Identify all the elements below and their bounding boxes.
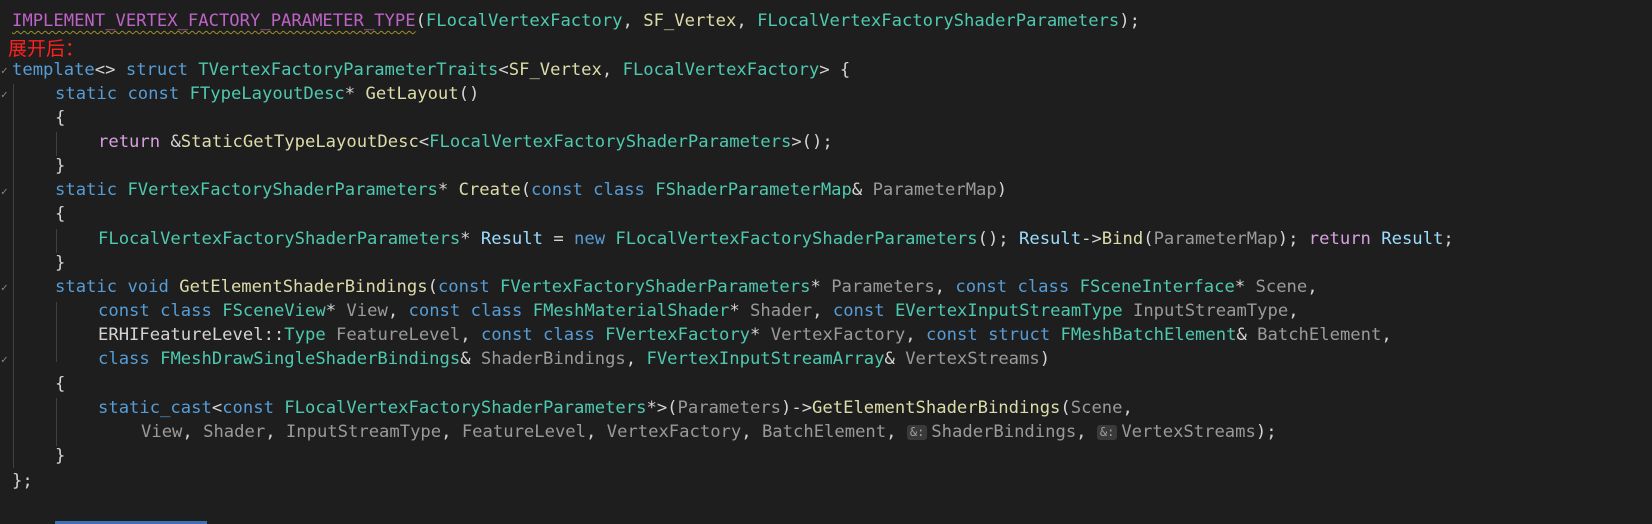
code-line-15[interactable]: class FMeshDrawSingleShaderBindings& Sha… — [98, 347, 1050, 372]
code-line-16[interactable]: { — [55, 372, 65, 397]
code-line-19[interactable]: } — [55, 444, 65, 469]
code-line-8[interactable]: static FVertexFactoryShaderParameters* C… — [55, 178, 1007, 203]
code-line-14[interactable]: ERHIFeatureLevel::Type FeatureLevel, con… — [98, 323, 1392, 348]
code-line-18[interactable]: View, Shader, InputStreamType, FeatureLe… — [141, 420, 1277, 445]
code-line-11[interactable]: } — [55, 251, 65, 276]
code-editor[interactable]: ✓ ✓ ✓ ✓ ✓ IMPLEMENT_VERTEX_FACTORY_PARAM… — [0, 0, 1652, 524]
fold-chevron-icon[interactable]: ✓ — [1, 282, 11, 293]
inlay-hint: &: — [1096, 424, 1118, 440]
code-line-1[interactable]: IMPLEMENT_VERTEX_FACTORY_PARAMETER_TYPE(… — [12, 9, 1140, 34]
code-line-6[interactable]: return &StaticGetTypeLayoutDesc<FLocalVe… — [98, 130, 833, 155]
code-line-4[interactable]: static const FTypeLayoutDesc* GetLayout(… — [55, 82, 479, 107]
indent-guide — [56, 302, 57, 362]
code-line-20[interactable]: }; — [12, 469, 33, 494]
fold-chevron-icon[interactable]: ✓ — [1, 186, 11, 197]
fold-chevron-icon[interactable]: ✓ — [1, 89, 11, 100]
indent-guide — [56, 229, 57, 253]
code-line-17[interactable]: static_cast<const FLocalVertexFactorySha… — [98, 396, 1133, 421]
code-line-9[interactable]: { — [55, 202, 65, 227]
indent-guide — [13, 84, 14, 468]
macro-name: IMPLEMENT_VERTEX_FACTORY_PARAMETER_TYPE — [12, 11, 416, 31]
indent-guide — [56, 398, 57, 446]
code-line-13[interactable]: const class FSceneView* View, const clas… — [98, 299, 1299, 324]
inlay-hint: &: — [906, 424, 928, 440]
code-line-3[interactable]: template<> struct TVertexFactoryParamete… — [12, 58, 850, 83]
fold-chevron-icon[interactable]: ✓ — [1, 65, 11, 76]
code-line-10[interactable]: FLocalVertexFactoryShaderParameters* Res… — [98, 227, 1454, 252]
fold-chevron-icon[interactable]: ✓ — [1, 354, 11, 365]
editor-gutter: ✓ ✓ ✓ ✓ ✓ — [0, 0, 12, 524]
code-line-5[interactable]: { — [55, 106, 65, 131]
code-line-7[interactable]: } — [55, 154, 65, 179]
code-line-12[interactable]: static void GetElementShaderBindings(con… — [55, 275, 1318, 300]
indent-guide — [56, 132, 57, 156]
